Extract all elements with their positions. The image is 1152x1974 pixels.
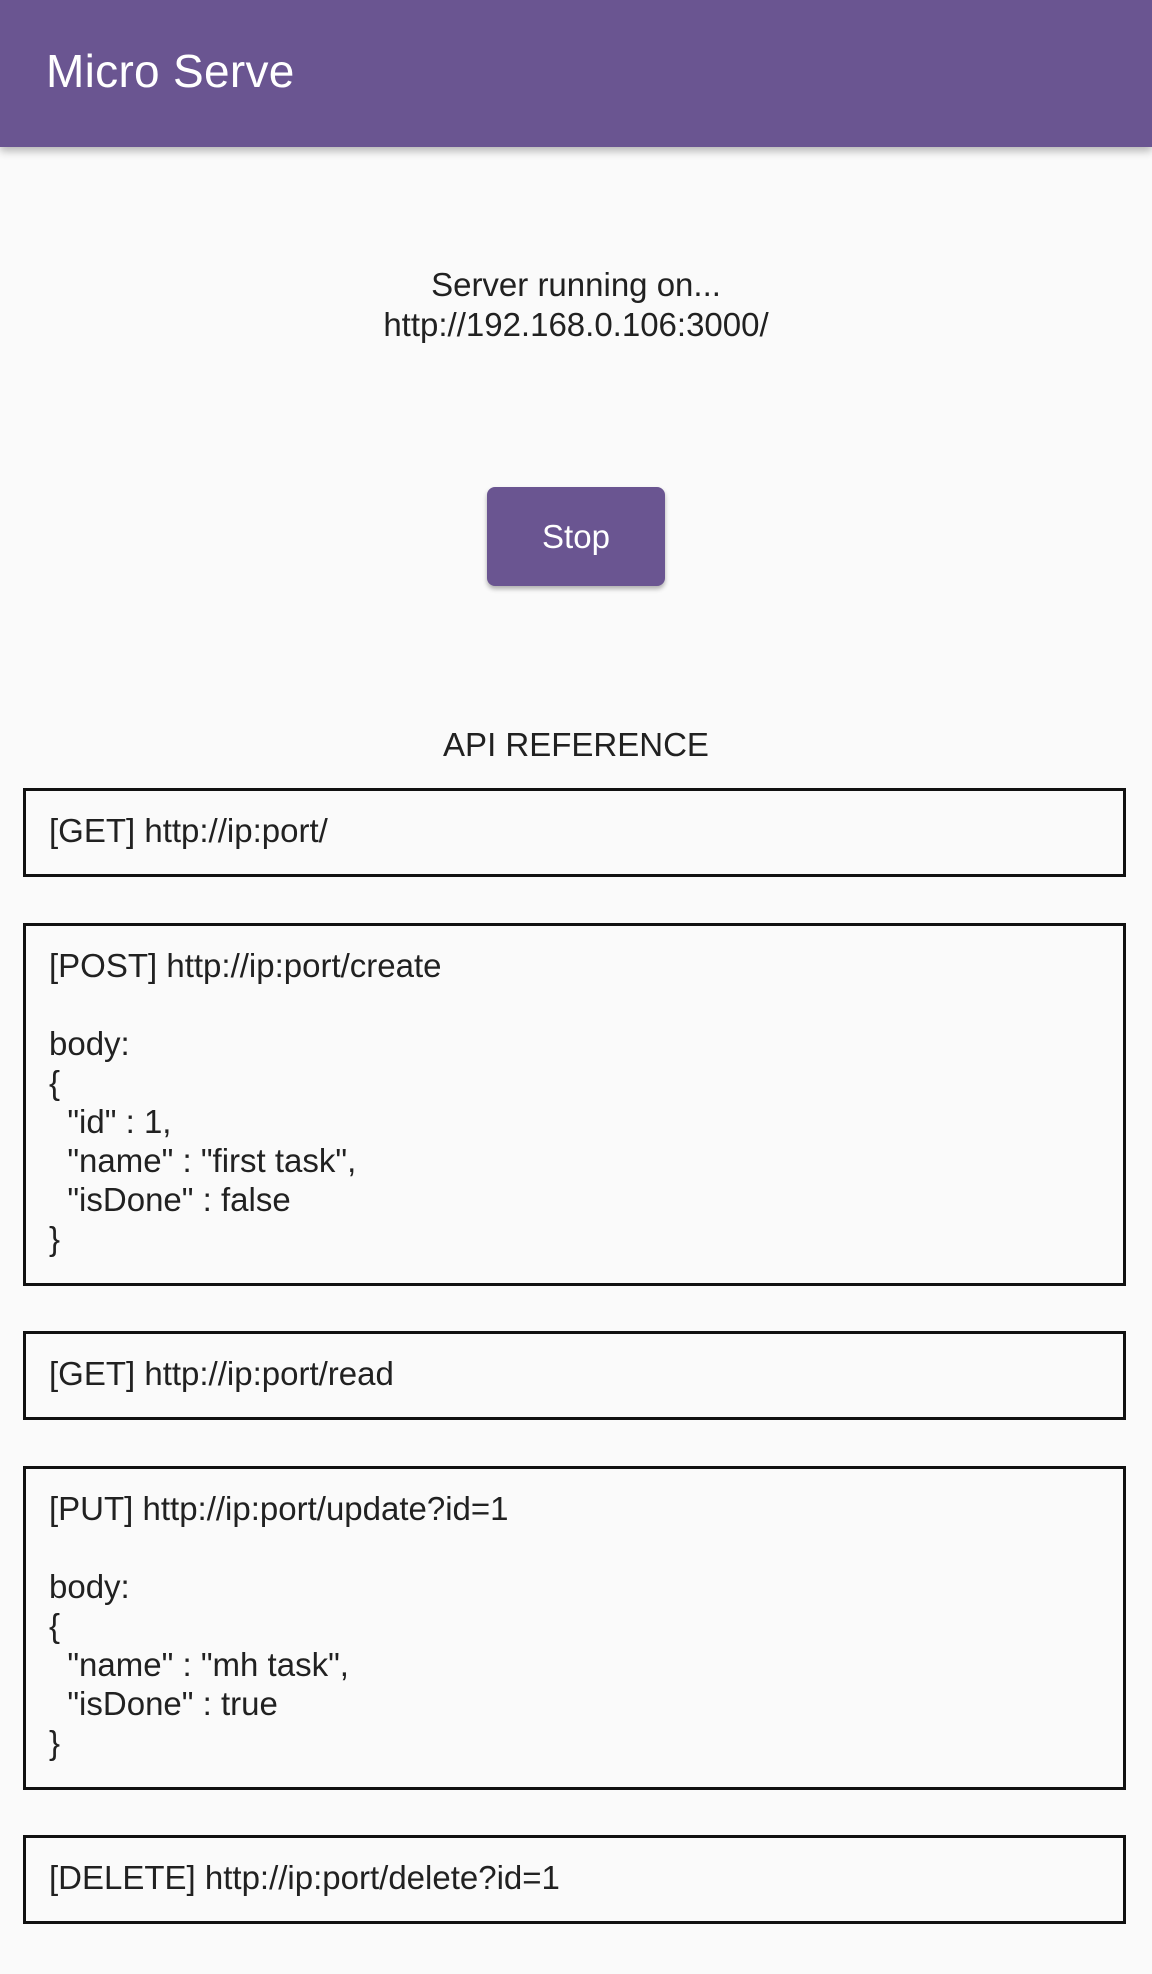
api-reference-heading: API REFERENCE	[443, 726, 709, 763]
app-bar: Micro Serve	[0, 0, 1152, 147]
api-endpoint-delete: [DELETE] http://ip:port/delete?id=1	[23, 1835, 1126, 1924]
server-status-text: Server running on...	[431, 266, 721, 303]
api-endpoint-post-create: [POST] http://ip:port/create body: { "id…	[23, 923, 1126, 1286]
api-endpoint-get-read: [GET] http://ip:port/read	[23, 1331, 1126, 1420]
server-address: http://192.168.0.106:3000/	[383, 306, 769, 343]
api-endpoint-put-update: [PUT] http://ip:port/update?id=1 body: {…	[23, 1466, 1126, 1790]
stop-server-button[interactable]: Stop	[487, 487, 665, 586]
server-status: Server running on... http://192.168.0.10…	[0, 265, 1152, 345]
api-endpoint-get-root: [GET] http://ip:port/	[23, 788, 1126, 877]
app-title: Micro Serve	[46, 45, 295, 97]
